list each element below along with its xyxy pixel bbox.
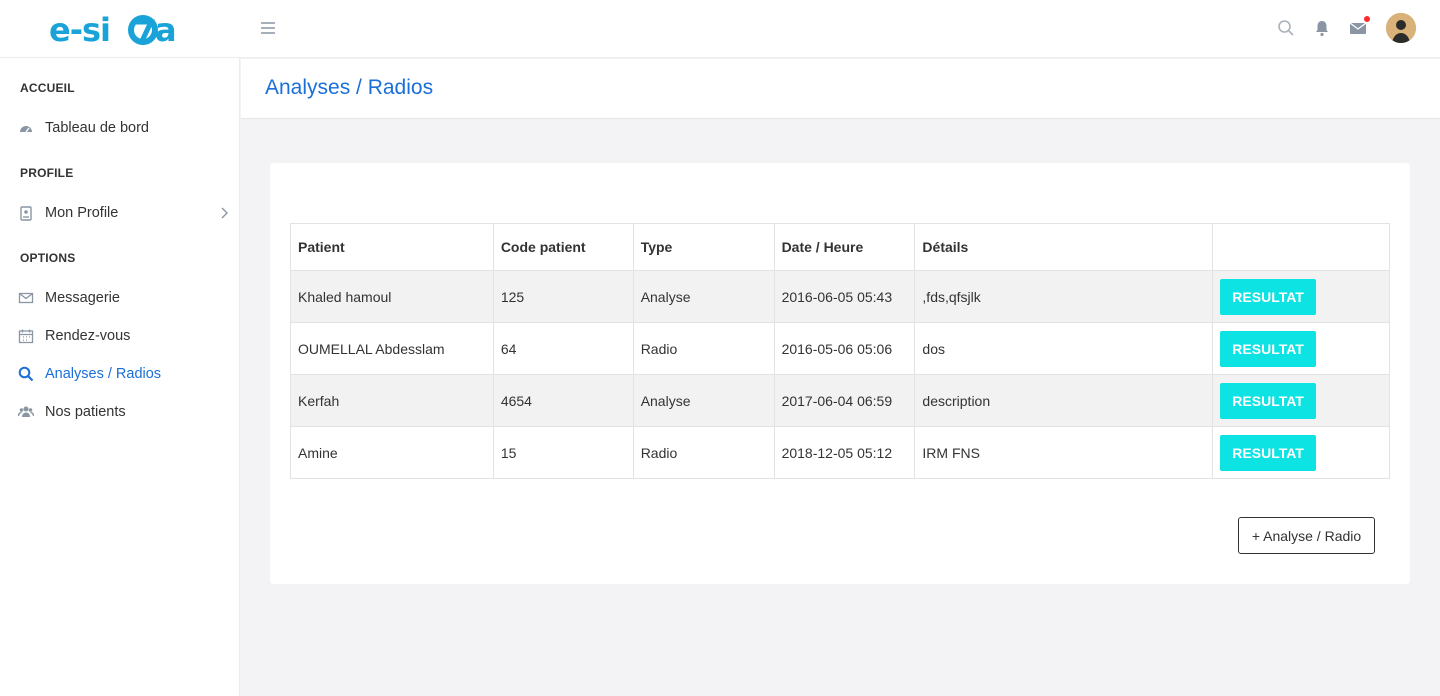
cell-code-patient: 15 [492, 426, 634, 479]
svg-text:e-si: e-si [49, 13, 110, 47]
svg-text:a: a [155, 13, 177, 47]
chevron-right-icon [221, 207, 228, 219]
calendar-icon [18, 328, 34, 344]
e-sioa-logo[interactable]: e-si a [49, 13, 191, 47]
resultat-button[interactable]: RESULTAT [1220, 278, 1317, 315]
sidebar-item-label: Messagerie [45, 290, 120, 306]
column-header-details[interactable]: Détails [914, 223, 1214, 271]
notification-dot [1364, 16, 1370, 22]
envelope-icon [18, 290, 34, 306]
table-row: Kerfah 4654 Analyse 2017-06-04 06:59 des… [290, 374, 1390, 427]
sidebar-item-label: Rendez-vous [45, 328, 131, 344]
cell-date-heure: 2018-12-05 05:12 [773, 426, 916, 479]
bell-icon[interactable] [1312, 18, 1332, 38]
avatar[interactable] [1386, 13, 1416, 43]
cell-code-patient: 125 [492, 270, 634, 323]
sidebar-item-label: Tableau de bord [45, 120, 149, 136]
column-header-patient[interactable]: Patient [290, 223, 494, 271]
menu-toggle-icon[interactable] [258, 18, 278, 38]
search-icon[interactable] [1276, 18, 1296, 38]
add-analyse-radio-button[interactable]: + Analyse / Radio [1238, 517, 1375, 554]
sidebar-item-rendez-vous[interactable]: Rendez-vous [18, 324, 233, 348]
sidebar-item-messagerie[interactable]: Messagerie [18, 286, 233, 310]
dashboard-icon [18, 120, 34, 136]
top-icons [1260, 13, 1416, 43]
sidebar-item-label: Mon Profile [45, 205, 119, 221]
page-header: Analyses / Radios [241, 59, 1440, 119]
cell-action: RESULTAT [1212, 426, 1390, 479]
cell-code-patient: 4654 [492, 374, 634, 427]
section-title-options: OPTIONS [20, 251, 76, 265]
section-title-accueil: ACCUEIL [20, 81, 75, 95]
column-header-code-patient[interactable]: Code patient [492, 223, 634, 271]
resultat-button[interactable]: RESULTAT [1220, 330, 1317, 367]
analyses-table: Patient Code patient Type Date / Heure D… [290, 223, 1390, 479]
sidebar-item-analyses-radios[interactable]: Analyses / Radios [18, 362, 233, 386]
top-bar: e-si a [0, 0, 1440, 58]
cell-date-heure: 2016-06-05 05:43 [773, 270, 916, 323]
search-icon [18, 366, 34, 382]
table-row: Khaled hamoul 125 Analyse 2016-06-05 05:… [290, 270, 1390, 323]
sidebar-item-nos-patients[interactable]: Nos patients [18, 400, 233, 424]
cell-details: description [914, 374, 1214, 427]
section-title-profile: PROFILE [20, 166, 74, 180]
cell-details: dos [914, 322, 1214, 375]
sidebar-item-label: Nos patients [45, 404, 126, 420]
cell-details: IRM FNS [914, 426, 1214, 479]
resultat-button[interactable]: RESULTAT [1220, 434, 1317, 471]
column-header-actions [1212, 223, 1390, 271]
cell-date-heure: 2017-06-04 06:59 [773, 374, 916, 427]
page-title: Analyses / Radios [265, 76, 434, 99]
cell-patient: Kerfah [290, 374, 494, 427]
cell-action: RESULTAT [1212, 270, 1390, 323]
column-header-type[interactable]: Type [632, 223, 775, 271]
sidebar-item-tableau-de-bord[interactable]: Tableau de bord [18, 116, 233, 140]
table-row: OUMELLAL Abdesslam 64 Radio 2016-05-06 0… [290, 322, 1390, 375]
cell-action: RESULTAT [1212, 374, 1390, 427]
cell-type: Analyse [632, 270, 775, 323]
sidebar-item-label: Analyses / Radios [45, 366, 162, 382]
cell-patient: Amine [290, 426, 494, 479]
results-card: Patient Code patient Type Date / Heure D… [270, 163, 1410, 584]
id-badge-icon [18, 205, 34, 221]
cell-code-patient: 64 [492, 322, 634, 375]
cell-patient: OUMELLAL Abdesslam [290, 322, 494, 375]
table-row: Amine 15 Radio 2018-12-05 05:12 IRM FNS … [290, 426, 1390, 479]
cell-patient: Khaled hamoul [290, 270, 494, 323]
cell-type: Radio [632, 426, 775, 479]
mail-icon[interactable] [1348, 16, 1370, 38]
users-icon [18, 404, 34, 420]
cell-details: ,fds,qfsjlk [914, 270, 1214, 323]
cell-type: Radio [632, 322, 775, 375]
cell-action: RESULTAT [1212, 322, 1390, 375]
column-header-date-heure[interactable]: Date / Heure [773, 223, 916, 271]
sidebar: ACCUEIL Tableau de bord PROFILE Mon Prof… [0, 58, 240, 696]
cell-date-heure: 2016-05-06 05:06 [773, 322, 916, 375]
sidebar-item-mon-profile[interactable]: Mon Profile [18, 201, 233, 225]
cell-type: Analyse [632, 374, 775, 427]
table-header-row: Patient Code patient Type Date / Heure D… [290, 223, 1390, 271]
resultat-button[interactable]: RESULTAT [1220, 382, 1317, 419]
